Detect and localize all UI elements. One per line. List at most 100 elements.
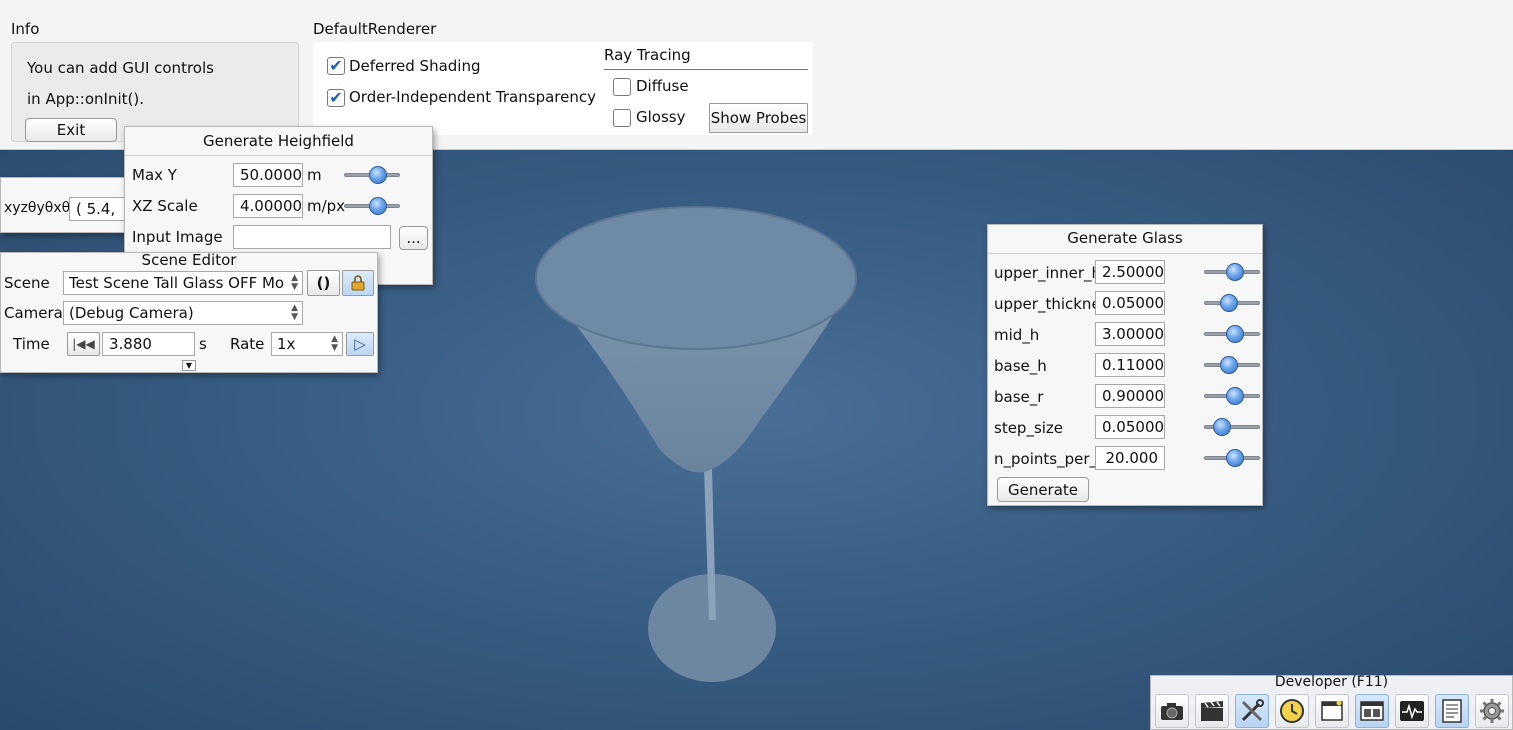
deferred-shading-checkbox[interactable]: ✔: [327, 57, 345, 75]
rate-select-value: 1x: [277, 335, 296, 353]
glossy-label: Glossy: [636, 108, 686, 126]
slider-knob[interactable]: [1213, 418, 1231, 436]
n-points-per-loop-field[interactable]: 20.000: [1095, 446, 1165, 470]
profiler-icon-button[interactable]: [1395, 694, 1429, 728]
select-arrows-icon: ▲ ▼: [291, 273, 298, 292]
xz-scale-slider[interactable]: [344, 197, 400, 215]
scene-select[interactable]: Test Scene Tall Glass OFF Mo ▲ ▼: [63, 271, 303, 295]
scene-icon-button[interactable]: [1355, 694, 1389, 728]
heightfield-title: Generate Heighfield: [203, 132, 354, 150]
show-probes-button[interactable]: Show Probes: [709, 103, 808, 133]
renderer-box: ✔ Deferred Shading ✔ Order-Independent T…: [313, 42, 813, 135]
diffuse-checkbox[interactable]: [613, 78, 631, 96]
rewind-icon: |◀◀: [72, 337, 95, 351]
clock-icon: [1280, 699, 1304, 723]
gear-icon-button[interactable]: [1475, 694, 1509, 728]
camera-control-panel[interactable]: xyzθyθxθz ( 5.4,: [0, 177, 130, 233]
oit-label: Order-Independent Transparency: [349, 88, 596, 106]
clock-icon-button[interactable]: [1275, 694, 1309, 728]
profiler-icon: [1400, 701, 1424, 721]
base-h-slider[interactable]: [1204, 356, 1260, 374]
time-field[interactable]: 3.880: [102, 332, 195, 356]
camera-label: Camera: [4, 304, 63, 322]
step-size-field[interactable]: 0.05000: [1095, 415, 1165, 439]
camera-coords-label: xyzθyθxθz: [4, 200, 78, 216]
max-y-slider[interactable]: [344, 166, 400, 184]
max-y-field[interactable]: 50.0000: [233, 163, 303, 187]
slider-knob[interactable]: [369, 197, 387, 215]
heightfield-title-divider: [125, 155, 432, 156]
expand-panel-button[interactable]: ▼: [182, 360, 196, 371]
base-r-field[interactable]: 0.90000: [1095, 384, 1165, 408]
camera-icon-button[interactable]: [1155, 694, 1189, 728]
rate-select[interactable]: 1x ▲ ▼: [271, 332, 343, 356]
time-unit: s: [199, 335, 207, 353]
clapperboard-icon: [1201, 701, 1223, 721]
generate-glass-panel[interactable]: Generate Glass upper_inner_h 2.50000 upp…: [987, 224, 1263, 506]
slider-knob[interactable]: [1220, 294, 1238, 312]
deferred-shading-label: Deferred Shading: [349, 57, 481, 75]
mid-h-slider[interactable]: [1204, 325, 1260, 343]
gear-icon: [1480, 699, 1504, 723]
slider-knob[interactable]: [1220, 356, 1238, 374]
developer-title: Developer (F11): [1274, 674, 1389, 690]
exit-button[interactable]: Exit: [25, 118, 117, 142]
xz-scale-unit: m/px: [307, 197, 346, 215]
select-arrows-icon: ▲ ▼: [291, 303, 298, 322]
camera-coords-field[interactable]: ( 5.4,: [69, 197, 129, 221]
step-size-slider[interactable]: [1204, 418, 1260, 436]
slider-knob[interactable]: [1226, 263, 1244, 281]
glass-title: Generate Glass: [1067, 229, 1183, 247]
clapperboard-icon-button[interactable]: [1195, 694, 1229, 728]
upper-thickness-slider[interactable]: [1204, 294, 1260, 312]
slider-knob[interactable]: [369, 166, 387, 184]
reload-scene-button[interactable]: (): [307, 270, 340, 296]
camera-select-value: (Debug Camera): [69, 304, 194, 322]
info-text-line2: in App::onInit().: [27, 90, 144, 108]
scene-icon: [1360, 701, 1384, 721]
upper-inner-h-label: upper_inner_h: [994, 264, 1102, 282]
input-image-label: Input Image: [132, 228, 223, 246]
upper-inner-h-slider[interactable]: [1204, 263, 1260, 281]
info-text-line1: You can add GUI controls: [27, 59, 214, 77]
select-arrows-icon: ▲ ▼: [331, 334, 338, 353]
glossy-checkbox[interactable]: [613, 109, 631, 127]
slider-knob[interactable]: [1226, 325, 1244, 343]
rate-label: Rate: [230, 335, 265, 353]
max-y-unit: m: [307, 166, 322, 184]
document-icon-button[interactable]: [1435, 694, 1469, 728]
play-button[interactable]: ▷: [346, 332, 374, 356]
camera-select[interactable]: (Debug Camera) ▲ ▼: [63, 301, 303, 325]
slider-knob[interactable]: [1226, 387, 1244, 405]
n-points-per-loop-slider[interactable]: [1204, 449, 1260, 467]
diffuse-label: Diffuse: [636, 77, 689, 95]
generate-button[interactable]: Generate: [997, 477, 1089, 502]
browse-button[interactable]: ...: [399, 226, 428, 250]
base-r-slider[interactable]: [1204, 387, 1260, 405]
mid-h-field[interactable]: 3.00000: [1095, 322, 1165, 346]
scene-editor-panel[interactable]: Scene Editor Scene Test Scene Tall Glass…: [0, 251, 378, 373]
input-image-field[interactable]: [233, 225, 391, 249]
upper-thickness-field[interactable]: 0.05000: [1095, 291, 1165, 315]
time-label: Time: [13, 335, 50, 353]
camera-icon: [1161, 703, 1183, 720]
ray-tracing-divider: [604, 69, 808, 70]
base-r-label: base_r: [994, 388, 1044, 406]
xz-scale-field[interactable]: 4.00000: [233, 194, 303, 218]
tools-icon-button[interactable]: [1235, 694, 1269, 728]
rewind-button[interactable]: |◀◀: [67, 332, 100, 356]
window-icon-button[interactable]: [1315, 694, 1349, 728]
info-section-title: Info: [11, 20, 40, 38]
step-size-label: step_size: [994, 419, 1064, 437]
xz-scale-label: XZ Scale: [132, 197, 198, 215]
chevron-down-icon: ▼: [185, 361, 193, 370]
upper-inner-h-field[interactable]: 2.50000: [1095, 260, 1165, 284]
max-y-label: Max Y: [132, 166, 177, 184]
glass-title-divider: [988, 253, 1262, 254]
lock-scene-button[interactable]: [342, 270, 374, 296]
oit-checkbox[interactable]: ✔: [327, 89, 345, 107]
ray-tracing-title: Ray Tracing: [604, 46, 691, 64]
base-h-field[interactable]: 0.11000: [1095, 353, 1165, 377]
reload-icon: (): [316, 274, 331, 292]
slider-knob[interactable]: [1226, 449, 1244, 467]
